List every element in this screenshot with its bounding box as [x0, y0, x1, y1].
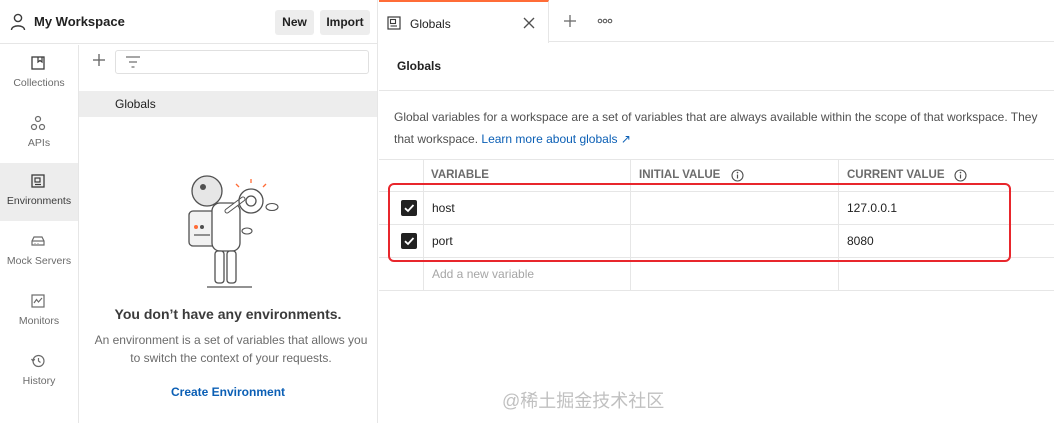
new-button[interactable]: New — [275, 10, 314, 35]
highlight-annotation — [388, 183, 1011, 262]
sidebar-rail: Collections APIs Environments Mock Serve… — [0, 45, 79, 423]
empty-state-description: An environment is a set of variables tha… — [94, 333, 368, 365]
history-icon — [31, 354, 45, 368]
description-line-2: that workspace. Learn more about globals… — [394, 128, 1054, 150]
table-row: Add a new variable — [379, 258, 1054, 291]
monitors-icon — [31, 294, 45, 308]
tab-globals[interactable]: Globals — [379, 0, 549, 43]
sidebar-item-history[interactable]: History — [0, 343, 78, 401]
globals-item-label: Globals — [115, 97, 156, 111]
sidebar-item-apis[interactable]: APIs — [0, 105, 78, 163]
column-current-value: CURRENT VALUE — [847, 169, 945, 181]
environments-icon — [31, 174, 45, 188]
globals-item[interactable]: Globals — [79, 91, 377, 117]
sidebar-item-monitors[interactable]: Monitors — [0, 283, 78, 341]
divider — [379, 90, 1054, 91]
sidebar-item-label: Monitors — [18, 315, 60, 327]
collections-icon — [31, 56, 45, 70]
sidebar-item-label: Mock Servers — [6, 255, 72, 267]
close-icon[interactable] — [522, 16, 536, 30]
workspace-header: My Workspace New Import — [0, 0, 378, 44]
filter-icon — [126, 56, 140, 68]
sidebar-item-environments[interactable]: Environments — [0, 163, 78, 221]
tab-bar: Globals — [379, 0, 1054, 43]
sidebar-item-collections[interactable]: Collections — [0, 45, 78, 103]
main-area: Globals Globals Global variables for a w… — [379, 0, 1054, 423]
description-line-1: Global variables for a workspace are a s… — [394, 110, 1038, 124]
create-environment-link[interactable]: Create Environment — [79, 385, 377, 399]
new-tab-icon[interactable] — [563, 14, 577, 28]
info-icon[interactable] — [954, 169, 967, 182]
description-tail: that workspace. — [394, 132, 479, 146]
empty-state-title: You don’t have any environments. — [114, 306, 342, 322]
add-environment-icon[interactable] — [91, 52, 107, 68]
left-sidebar: My Workspace New Import Collections APIs… — [0, 0, 378, 423]
astronaut-illustration — [188, 175, 279, 288]
apis-icon — [30, 115, 46, 131]
page-title: Globals — [397, 59, 442, 73]
watermark: @稀土掘金技术社区 — [502, 391, 665, 411]
mock-servers-icon — [31, 236, 45, 246]
globals-description: Global variables for a workspace are a s… — [394, 106, 1054, 150]
sidebar-item-label: Collections — [13, 77, 65, 89]
column-initial-value: INITIAL VALUE — [639, 169, 721, 181]
environment-filter-input[interactable] — [115, 50, 369, 74]
learn-more-link[interactable]: Learn more about globals ↗ — [481, 132, 630, 146]
environments-panel: Globals You don’t have any environments.… — [79, 45, 377, 423]
workspace-title[interactable]: My Workspace — [34, 14, 125, 29]
info-icon[interactable] — [731, 169, 744, 182]
column-variable: VARIABLE — [431, 169, 489, 181]
sidebar-item-mock-servers[interactable]: Mock Servers — [0, 223, 78, 281]
import-button[interactable]: Import — [320, 10, 370, 35]
sidebar-item-label: History — [22, 375, 56, 387]
sidebar-item-label: APIs — [27, 137, 51, 149]
tab-label: Globals — [410, 17, 451, 31]
environment-tab-icon — [387, 16, 401, 30]
more-options-icon[interactable] — [597, 14, 613, 28]
user-icon[interactable] — [10, 13, 26, 31]
add-variable-input[interactable]: Add a new variable — [432, 267, 534, 281]
sidebar-item-label: Environments — [6, 195, 72, 207]
